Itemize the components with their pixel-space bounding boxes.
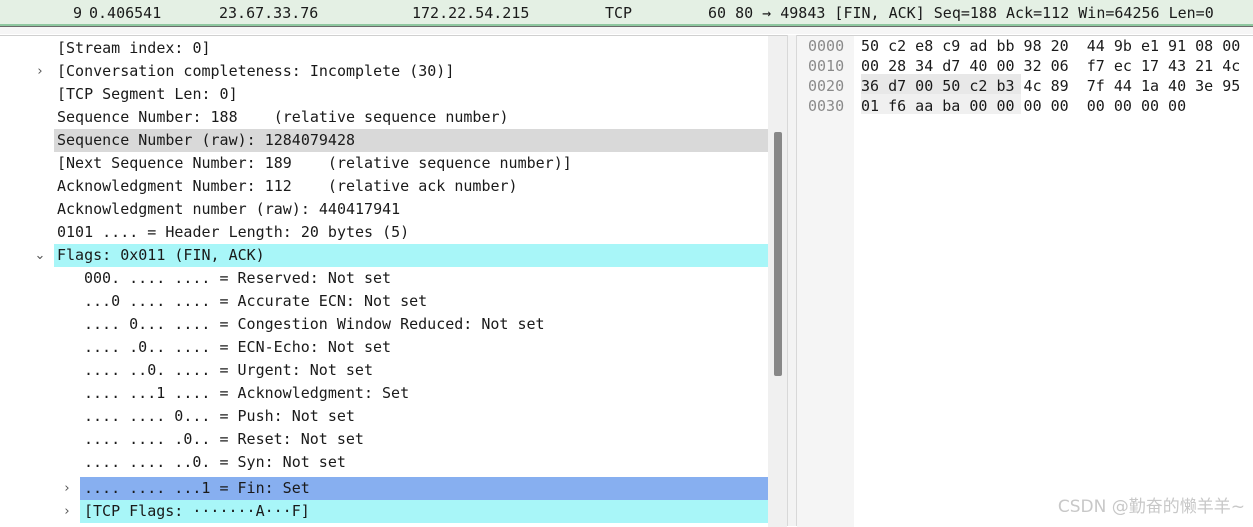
hex-offset: 0030 [808, 97, 845, 115]
tree-item-label: Flags: 0x011 (FIN, ACK) [57, 246, 265, 264]
packet-bytes-pane[interactable]: 0000 0010 0020 0030 50 c2 e8 c9 ad bb 98… [797, 35, 1253, 527]
expand-arrow-icon[interactable]: › [60, 477, 74, 500]
tree-item-flag-reset[interactable]: .... .... .0.. = Reset: Not set [0, 428, 768, 451]
tree-item-label: .... ...1 .... = Acknowledgment: Set [84, 384, 410, 402]
tree-item-acknowledgment-number[interactable]: Acknowledgment Number: 112 (relative ack… [0, 175, 768, 198]
hex-offset: 0000 [808, 37, 845, 55]
tree-item-label: 000. .... .... = Reserved: Not set [84, 269, 392, 287]
tree-item-tcp-flags: [TCP Flags: ·······A···F] [80, 500, 768, 523]
tree-item-label: .... .0.. .... = ECN-Echo: Not set [84, 338, 392, 356]
watermark: CSDN @勤奋的懒羊羊~ [1057, 497, 1245, 517]
tree-item-stream-index[interactable]: [Stream index: 0] [0, 37, 768, 60]
tree-item-flag-cwr[interactable]: .... 0... .... = Congestion Window Reduc… [0, 313, 768, 336]
packet-details-pane[interactable]: [Stream index: 0] › [Conversation comple… [0, 35, 787, 527]
tree-item-flag-push[interactable]: .... .... 0... = Push: Not set [0, 405, 768, 428]
tree-item-flag-syn[interactable]: .... .... ..0. = Syn: Not set [0, 451, 768, 474]
tree-item-tcp-flags-row[interactable]: › [TCP Flags: ·······A···F] [0, 500, 768, 523]
tree-item-flag-urgent[interactable]: .... ..0. .... = Urgent: Not set [0, 359, 768, 382]
tree-item-conversation-completeness[interactable]: › [Conversation completeness: Incomplete… [0, 60, 768, 83]
tree-item-label: [Conversation completeness: Incomplete (… [57, 62, 455, 80]
tree-item-sequence-number-raw[interactable]: Sequence Number (raw): 1284079428 [54, 129, 768, 152]
tree-item-flag-fin: .... .... ...1 = Fin: Set [80, 477, 768, 500]
tree-item-sequence-number[interactable]: Sequence Number: 188 (relative sequence … [0, 106, 768, 129]
pane-splitter[interactable] [787, 35, 797, 526]
tree-item-label: [TCP Flags: ·······A···F] [84, 502, 310, 520]
expand-arrow-icon[interactable]: › [60, 500, 74, 523]
packet-protocol: TCP [605, 4, 633, 22]
tree-item-label: .... .... ...1 = Fin: Set [84, 479, 310, 497]
tree-item-segment-len[interactable]: [TCP Segment Len: 0] [0, 83, 768, 106]
packet-source: 23.67.33.76 [219, 4, 319, 22]
tree-item-flag-accurate-ecn[interactable]: ...0 .... .... = Accurate ECN: Not set [0, 290, 768, 313]
selected-packet-row[interactable]: 9 0.406541 23.67.33.76 172.22.54.215 TCP… [0, 0, 1253, 27]
tree-item-label: [TCP Segment Len: 0] [57, 85, 238, 103]
hex-offset: 0010 [808, 57, 845, 75]
tree-item-flag-reserved[interactable]: 000. .... .... = Reserved: Not set [0, 267, 768, 290]
tree-item-label: [Stream index: 0] [57, 39, 211, 57]
tree-item-label: .... ..0. .... = Urgent: Not set [84, 361, 373, 379]
hex-bytes-row[interactable]: 01 f6 aa ba 00 00 00 00 00 00 00 00 [861, 96, 1186, 116]
tree-item-label: Sequence Number: 188 (relative sequence … [57, 108, 509, 126]
packet-info: 60 80 → 49843 [FIN, ACK] Seq=188 Ack=112… [708, 4, 1214, 22]
details-scrollbar-thumb[interactable] [774, 132, 782, 376]
pane-separator [0, 27, 1253, 34]
tree-item-label: Acknowledgment number (raw): 440417941 [57, 200, 401, 218]
tree-item-label: [Next Sequence Number: 189 (relative seq… [57, 154, 572, 172]
tree-item-flag-acknowledgment[interactable]: .... ...1 .... = Acknowledgment: Set [0, 382, 768, 405]
tree-item-acknowledgment-number-raw[interactable]: Acknowledgment number (raw): 440417941 [0, 198, 768, 221]
tree-item-label: Sequence Number (raw): 1284079428 [57, 131, 356, 149]
tree-item-label: 0101 .... = Header Length: 20 bytes (5) [57, 223, 410, 241]
tree-item-label: ...0 .... .... = Accurate ECN: Not set [84, 292, 428, 310]
hex-bytes-row[interactable]: 36 d7 00 50 c2 b3 4c 89 7f 44 1a 40 3e 9… [861, 76, 1240, 96]
tree-item-label: Acknowledgment Number: 112 (relative ack… [57, 177, 518, 195]
tree-item-flag-fin-row[interactable]: › .... .... ...1 = Fin: Set [0, 477, 768, 500]
packet-time: 0.406541 [89, 4, 162, 22]
tree-item-flags: Flags: 0x011 (FIN, ACK) [54, 244, 768, 267]
hex-bytes-row[interactable]: 50 c2 e8 c9 ad bb 98 20 44 9b e1 91 08 0… [861, 36, 1240, 56]
tree-item-header-length[interactable]: 0101 .... = Header Length: 20 bytes (5) [0, 221, 768, 244]
collapse-arrow-icon[interactable]: ⌄ [33, 244, 47, 267]
tree-item-label: .... .... .0.. = Reset: Not set [84, 430, 364, 448]
hex-bytes-row[interactable]: 00 28 34 d7 40 00 32 06 f7 ec 17 43 21 4… [861, 56, 1240, 76]
hex-offset: 0020 [808, 77, 845, 95]
packet-destination: 172.22.54.215 [412, 4, 530, 22]
tree-item-flag-ecn-echo[interactable]: .... .0.. .... = ECN-Echo: Not set [0, 336, 768, 359]
tree-item-next-sequence-number[interactable]: [Next Sequence Number: 189 (relative seq… [0, 152, 768, 175]
tree-item-flags-row[interactable]: ⌄ Flags: 0x011 (FIN, ACK) [0, 244, 768, 267]
tree-item-label: .... .... 0... = Push: Not set [84, 407, 355, 425]
tree-item-label: .... 0... .... = Congestion Window Reduc… [84, 315, 545, 333]
tree-item-label: .... .... ..0. = Syn: Not set [84, 453, 346, 471]
packet-number: 9 [73, 4, 83, 22]
expand-arrow-icon[interactable]: › [33, 60, 47, 83]
details-scrollbar[interactable] [768, 36, 787, 527]
